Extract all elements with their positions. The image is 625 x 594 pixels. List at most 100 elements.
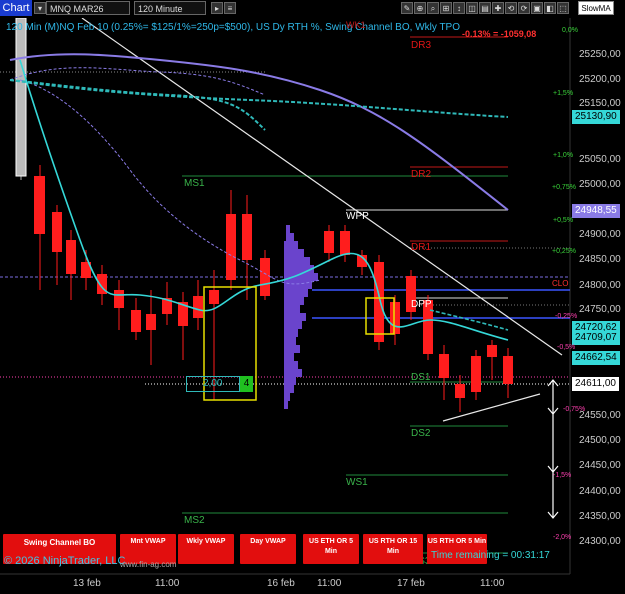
us-eth-or-5-button[interactable]: US ETH OR 5 Min bbox=[303, 534, 359, 564]
toolbar-icon-15[interactable]: ⬚ bbox=[557, 2, 569, 14]
pct-label: +0,25% bbox=[552, 248, 576, 255]
copyright-text: © 2026 NinjaTrader, LLC bbox=[4, 555, 126, 567]
candle bbox=[340, 231, 350, 255]
time-tick: 17 feb bbox=[397, 578, 425, 589]
ms2-label: MS2 bbox=[184, 515, 205, 526]
price-tick: 25150,00 bbox=[579, 98, 621, 109]
pct-label: -1,5% bbox=[553, 472, 572, 479]
toolbar-icon-6[interactable]: ⊞ bbox=[440, 2, 452, 14]
price-tick: 24800,00 bbox=[579, 280, 621, 291]
instrument-menu-icon[interactable]: ▾ bbox=[34, 2, 46, 14]
range-value-box: 2,00 bbox=[186, 376, 240, 392]
pnl-readout: -0.13% = -1059,08 bbox=[462, 29, 537, 39]
candle bbox=[260, 258, 270, 296]
candle bbox=[374, 262, 384, 342]
price-badge-24948: 24948,55 bbox=[572, 204, 620, 218]
price-tick: 25000,00 bbox=[579, 179, 621, 190]
chart-canvas[interactable] bbox=[0, 0, 625, 594]
dr2-label: DR2 bbox=[411, 169, 432, 180]
candle bbox=[471, 356, 481, 392]
candle bbox=[209, 290, 219, 304]
candle bbox=[52, 212, 62, 252]
pct-label: -0,75% bbox=[563, 406, 586, 413]
toolbar-icon-13[interactable]: ▣ bbox=[531, 2, 543, 14]
candle bbox=[131, 310, 141, 332]
candle bbox=[34, 176, 45, 234]
toolbar-icon-4[interactable]: ⊕ bbox=[414, 2, 426, 14]
price-tick: 24900,00 bbox=[579, 229, 621, 240]
time-tick: 16 feb bbox=[267, 578, 295, 589]
candle bbox=[487, 345, 497, 357]
toolbar-icon-3[interactable]: ✎ bbox=[401, 2, 413, 14]
price-tick: 24850,00 bbox=[579, 254, 621, 265]
ws1-label: WS1 bbox=[346, 477, 368, 488]
toolbar-icon-9[interactable]: ▤ bbox=[479, 2, 491, 14]
price-badge-24662: 24662,54 bbox=[572, 351, 620, 365]
dr3-label: DR3 bbox=[411, 40, 432, 51]
price-tick: 24550,00 bbox=[579, 410, 621, 421]
price-tick: 24300,00 bbox=[579, 536, 621, 547]
time-tick: 11:00 bbox=[480, 578, 505, 589]
candle bbox=[146, 314, 156, 330]
wkly-vwap-button[interactable]: Wkly VWAP bbox=[178, 534, 234, 564]
indicator-selector[interactable]: SlowMA bbox=[578, 1, 614, 15]
toolbar-icon-11[interactable]: ⟲ bbox=[505, 2, 517, 14]
candle bbox=[226, 214, 236, 280]
candle bbox=[503, 356, 513, 384]
toolbar-icon-14[interactable]: ◧ bbox=[544, 2, 556, 14]
ms1-label: MS1 bbox=[184, 178, 205, 189]
pct-label: -0,25% bbox=[555, 313, 578, 320]
time-remaining: Time remaining = 00:31:17 bbox=[431, 550, 550, 561]
time-tick: 11:00 bbox=[317, 578, 342, 589]
toolbar-icon-10[interactable]: ✚ bbox=[492, 2, 504, 14]
price-tick: 25250,00 bbox=[579, 49, 621, 60]
price-badge-24611: 24611,00 bbox=[572, 377, 619, 391]
candle bbox=[455, 384, 465, 398]
day-vwap-button[interactable]: Day VWAP bbox=[240, 534, 296, 564]
pct-label: -0,5% bbox=[557, 344, 576, 351]
price-tick: 24500,00 bbox=[579, 435, 621, 446]
time-tick: 13 feb bbox=[73, 578, 101, 589]
dpp-label: DPP bbox=[411, 299, 432, 310]
candle bbox=[114, 290, 124, 308]
candle bbox=[193, 296, 203, 318]
price-tick: 24750,00 bbox=[579, 304, 621, 315]
candle bbox=[242, 214, 252, 260]
ds2-label: DS2 bbox=[411, 428, 431, 439]
price-badge-24709: 24709,07 bbox=[572, 331, 620, 345]
instrument-selector[interactable]: MNQ MAR26 bbox=[46, 1, 130, 15]
pct-label: +1,5% bbox=[553, 90, 574, 97]
wk1-label: WK1 bbox=[346, 20, 366, 30]
candle bbox=[439, 354, 449, 378]
dr1-label: DR1 bbox=[411, 242, 432, 253]
us-rth-or-15-button[interactable]: US RTH OR 15 Min bbox=[363, 534, 423, 564]
pct-label: +0,5% bbox=[553, 217, 574, 224]
price-tick: 24400,00 bbox=[579, 486, 621, 497]
price-tick: 25050,00 bbox=[579, 154, 621, 165]
price-badge-25130: 25130,90 bbox=[572, 110, 620, 124]
price-tick: 25200,00 bbox=[579, 74, 621, 85]
candle bbox=[324, 231, 334, 253]
candle bbox=[15, 17, 27, 177]
time-tick: 11:00 bbox=[155, 578, 180, 589]
toolbar-icon-5[interactable]: ⌕ bbox=[427, 2, 439, 14]
wpp-label: WPP bbox=[346, 211, 369, 222]
toolbar-icon-8[interactable]: ◫ bbox=[466, 2, 478, 14]
toolbar-icon-2[interactable]: ≡ bbox=[224, 2, 236, 14]
toolbar-icon-7[interactable]: ↕ bbox=[453, 2, 465, 14]
pct-label: 0,0% bbox=[562, 27, 578, 34]
pct-label: +0,75% bbox=[552, 184, 576, 191]
timeframe-selector[interactable]: 120 Minute bbox=[134, 1, 206, 15]
range-count-badge: 4 bbox=[240, 376, 253, 392]
chart-button[interactable]: Chart bbox=[0, 0, 32, 16]
ds1-label: DS1 bbox=[411, 372, 431, 383]
pct-label: -2,0% bbox=[553, 534, 572, 541]
candle bbox=[390, 302, 400, 334]
candle bbox=[66, 240, 76, 274]
price-tick: 24450,00 bbox=[579, 460, 621, 471]
pct-label: +1,0% bbox=[553, 152, 574, 159]
toolbar-icon-12[interactable]: ⟳ bbox=[518, 2, 530, 14]
toolbar-icon-1[interactable]: ▸ bbox=[211, 2, 223, 14]
price-tick: 24350,00 bbox=[579, 511, 621, 522]
clo-label: CLO bbox=[552, 279, 569, 288]
